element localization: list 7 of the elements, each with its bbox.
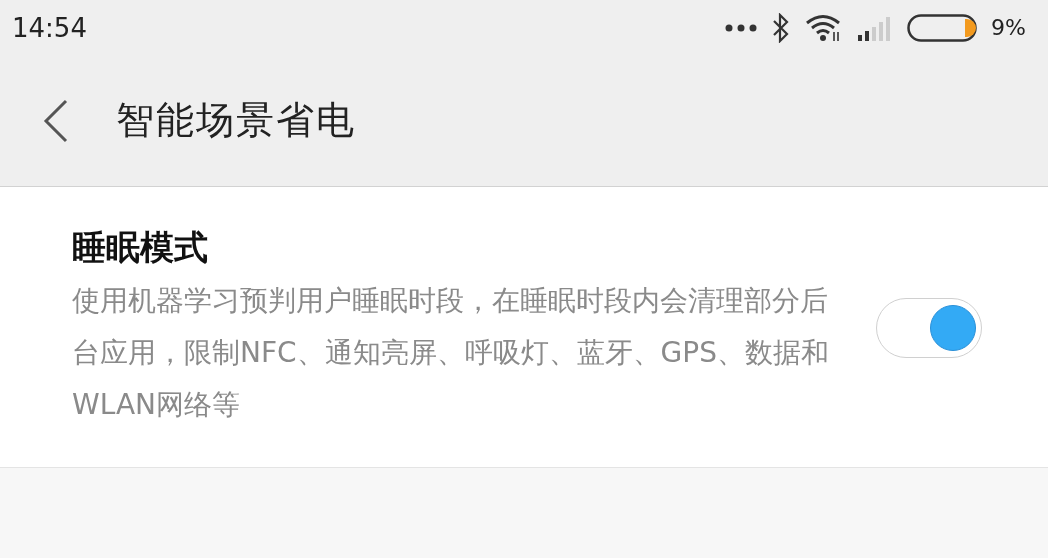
battery-icon bbox=[907, 13, 978, 42]
more-icon bbox=[725, 23, 758, 32]
setting-title: 睡眠模式 bbox=[72, 226, 209, 269]
status-time: 14:54 bbox=[12, 12, 87, 43]
battery-percentage: 9% bbox=[991, 15, 1026, 40]
setting-description: 使用机器学习预判用户睡眠时段，在睡眠时段内会清理部分后台应用，限制NFC、通知亮屏、呼吸灯、蓝牙、GPS、数据和WLAN网络等 bbox=[72, 283, 830, 423]
page-title: 智能场景省电 bbox=[116, 97, 356, 144]
